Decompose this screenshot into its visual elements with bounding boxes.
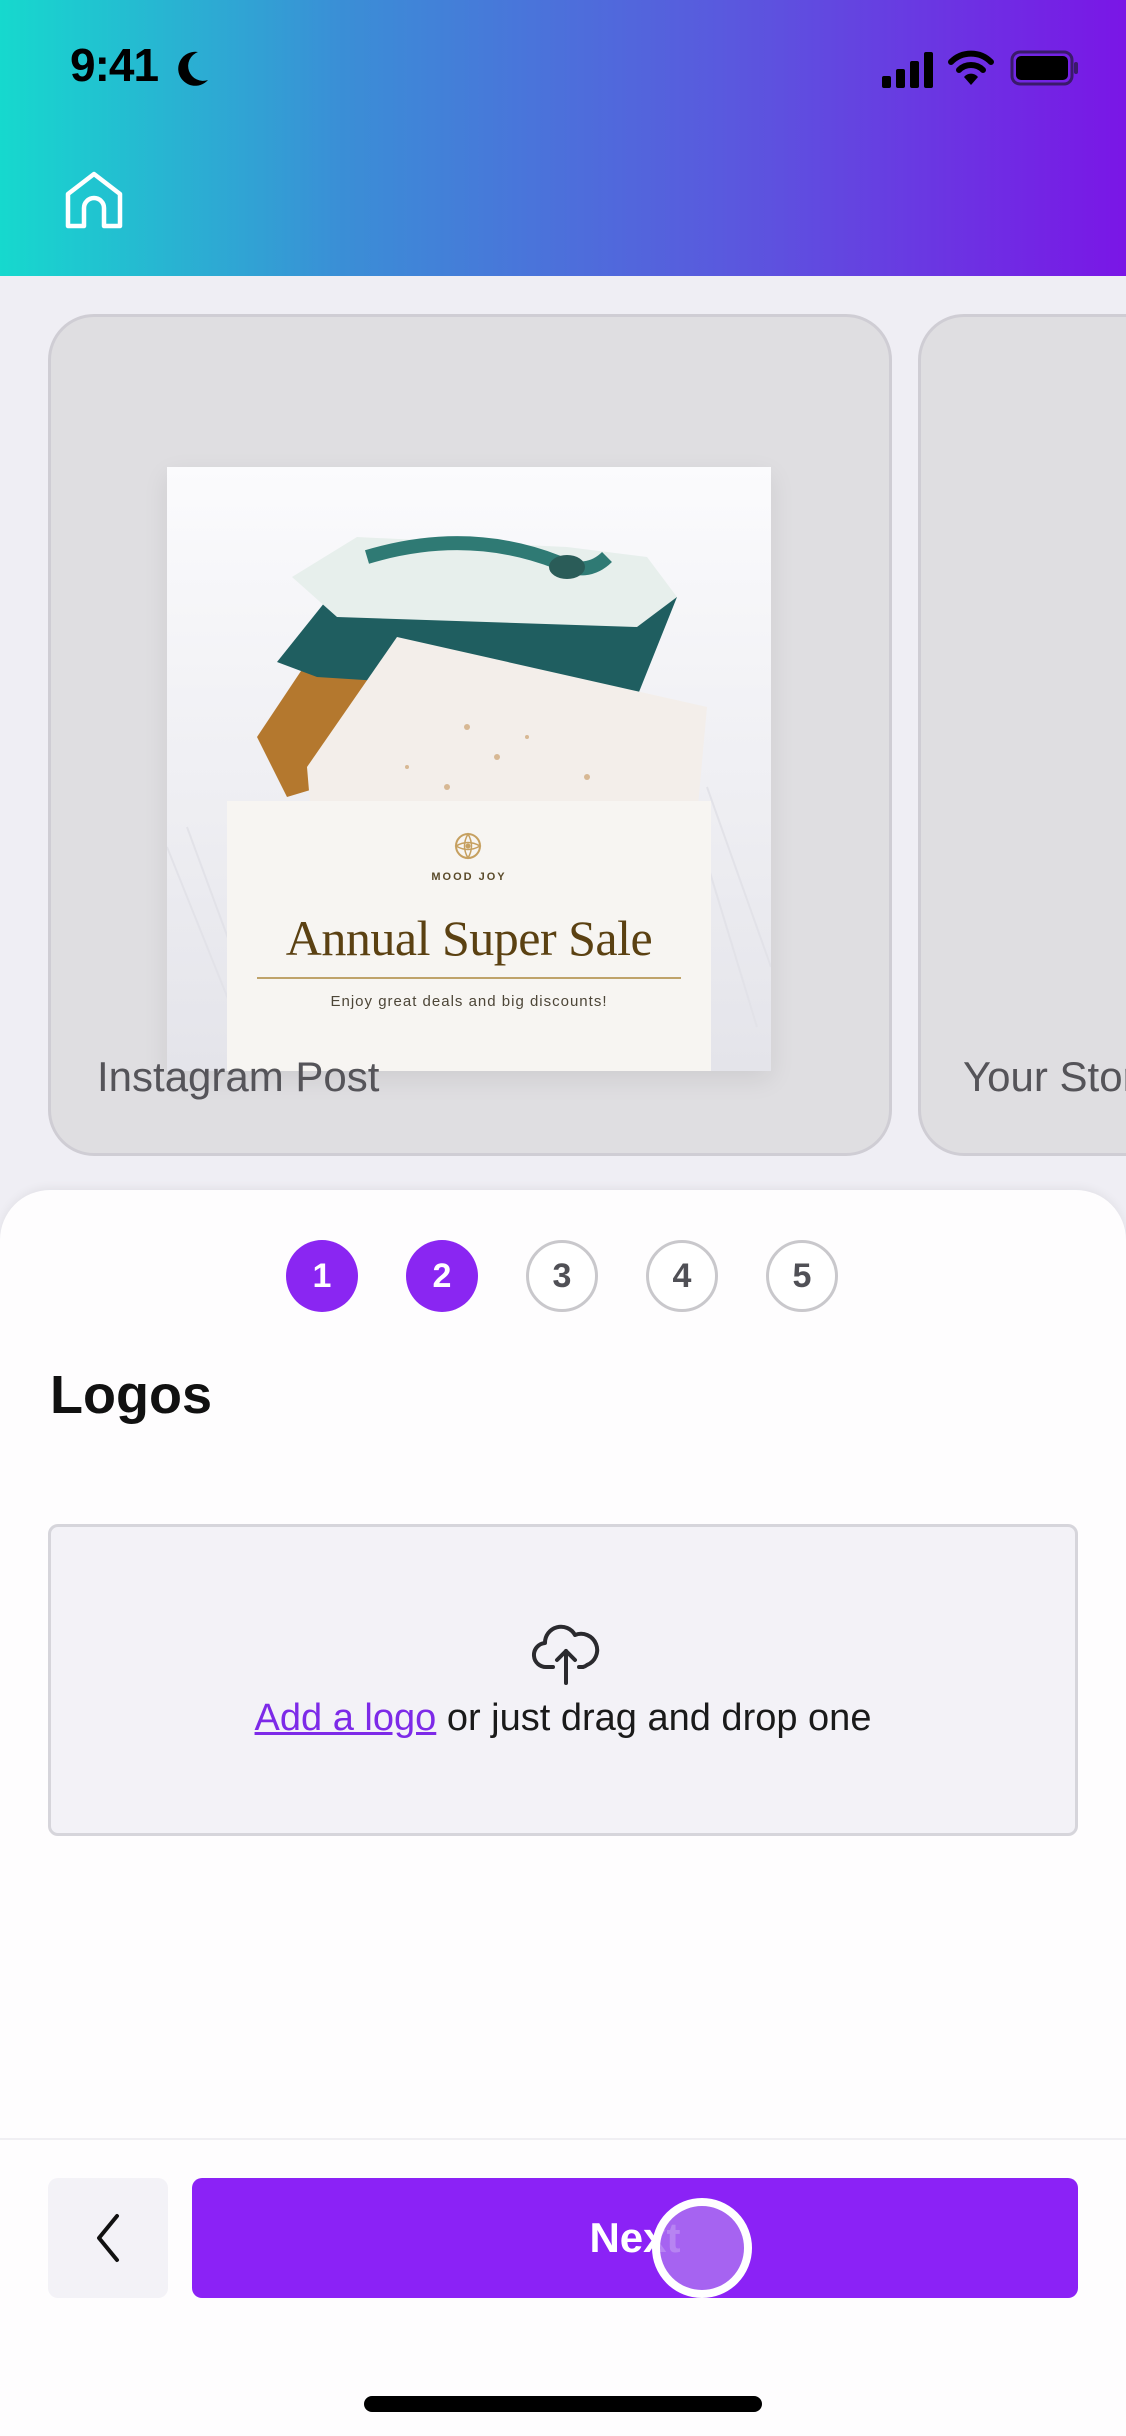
brand-name: MOOD JOY: [431, 871, 507, 883]
home-indicator: [364, 2396, 762, 2412]
wifi-icon: [948, 50, 994, 85]
template-carousel[interactable]: MOOD JOY Annual Super Sale Enjoy great d…: [0, 276, 1126, 1196]
screen: 9:41 MOOD JOY Annual Super Sale Enjoy gr…: [0, 0, 1126, 2436]
dropzone-hint: or just drag and drop one: [436, 1697, 872, 1739]
back-button[interactable]: [48, 2178, 168, 2298]
brand-logo-icon: [454, 832, 482, 860]
post-divider: [257, 977, 681, 979]
step-1[interactable]: 1: [286, 1240, 358, 1312]
template-card-instagram-post[interactable]: MOOD JOY Annual Super Sale Enjoy great d…: [48, 314, 892, 1156]
moon-icon: [178, 51, 208, 86]
dropzone-text: Add a logo or just drag and drop one: [51, 1697, 1075, 1740]
template-card-your-story[interactable]: Your Story: [918, 314, 1126, 1156]
step-4[interactable]: 4: [646, 1240, 718, 1312]
status-time: 9:41: [70, 39, 159, 91]
logo-dropzone[interactable]: Add a logo or just drag and drop one: [48, 1524, 1078, 1836]
post-preview: MOOD JOY Annual Super Sale Enjoy great d…: [167, 467, 771, 1071]
card-label: Instagram Post: [97, 1053, 380, 1100]
battery-icon: [1010, 50, 1078, 86]
post-subtitle: Enjoy great deals and big discounts!: [330, 993, 608, 1010]
card-label: Your Story: [963, 1053, 1126, 1100]
setup-bottom-sheet: 1 2 3 4 5 Logos Add a logo or just drag …: [0, 1190, 1126, 2436]
step-2[interactable]: 2: [406, 1240, 478, 1312]
step-5[interactable]: 5: [766, 1240, 838, 1312]
signal-icon: [882, 52, 933, 88]
home-icon[interactable]: [62, 170, 126, 234]
app-header: 9:41: [0, 0, 1126, 276]
next-button[interactable]: Next: [192, 2178, 1078, 2298]
post-text-panel: MOOD JOY Annual Super Sale Enjoy great d…: [227, 801, 711, 1071]
step-3[interactable]: 3: [526, 1240, 598, 1312]
chevron-left-icon: [97, 2214, 119, 2262]
add-logo-link[interactable]: Add a logo: [255, 1697, 437, 1739]
cloud-upload-icon: [532, 1624, 600, 1685]
post-title: Annual Super Sale: [285, 910, 653, 966]
section-title: Logos: [50, 1365, 212, 1425]
footer-divider: [0, 2138, 1126, 2140]
step-indicator: 1 2 3 4 5: [286, 1240, 838, 1312]
